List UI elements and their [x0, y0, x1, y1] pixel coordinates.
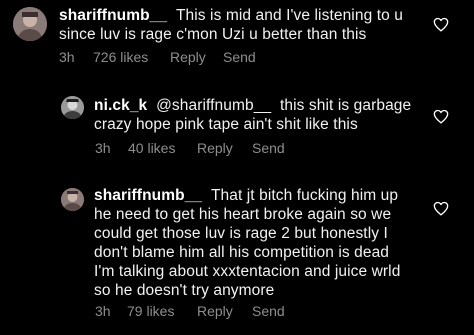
comment-time: 3h: [59, 49, 75, 65]
comment-line: so he doesn't try anymore: [94, 282, 275, 299]
comment-line: This is mid and I've listening to u: [175, 7, 403, 24]
comment-line: he need to get his heart broke again so …: [94, 206, 392, 223]
comment-line: I'm talking about xxxtentacion and juice…: [94, 263, 401, 280]
avatar-image: [61, 188, 84, 211]
comment-line: since luv is rage c'mon Uzi u better tha…: [59, 26, 367, 43]
comment-line: could get those luv is rage 2 but honest…: [94, 225, 388, 242]
comment-line: don't blame him all his competition is d…: [94, 244, 390, 261]
comments-screen: shariffnumb__ This is mid and I've liste…: [0, 0, 474, 335]
mention-link[interactable]: @shariffnumb__: [156, 97, 271, 114]
comment-line: crazy hope pink tape ain't shit like thi…: [94, 116, 358, 133]
reply-button[interactable]: Reply: [197, 140, 233, 156]
heart-outline-icon[interactable]: [433, 109, 449, 124]
send-button[interactable]: Send: [252, 140, 285, 156]
comment-time: 3h: [95, 303, 111, 319]
comment-username[interactable]: shariffnumb__: [94, 187, 202, 204]
avatar[interactable]: [61, 96, 84, 119]
comment-1: shariffnumb__ This is mid and I've liste…: [0, 0, 474, 80]
reply-button[interactable]: Reply: [197, 303, 233, 319]
avatar[interactable]: [13, 7, 47, 41]
comment-text: shariffnumb__ This is mid and I've liste…: [59, 6, 439, 44]
comment-2: ni.ck_k @shariffnumb__ this shit is garb…: [0, 88, 474, 158]
comment-username[interactable]: ni.ck_k: [94, 97, 147, 114]
likes-count[interactable]: 79 likes: [127, 303, 174, 319]
reply-button[interactable]: Reply: [170, 49, 206, 65]
send-button[interactable]: Send: [223, 49, 256, 65]
comment-time: 3h: [95, 140, 111, 156]
comment-line: That jt bitch fucking him up: [210, 187, 399, 204]
likes-count[interactable]: 40 likes: [128, 140, 175, 156]
send-button[interactable]: Send: [252, 303, 285, 319]
heart-outline-icon[interactable]: [433, 17, 449, 32]
avatar-image: [61, 96, 84, 119]
heart-outline-icon[interactable]: [433, 201, 449, 216]
avatar-image: [13, 7, 47, 41]
comment-username[interactable]: shariffnumb__: [59, 7, 167, 24]
comment-line: this shit is garbage: [280, 97, 412, 114]
comment-3: shariffnumb__ That jt bitch fucking him …: [0, 180, 474, 335]
comment-text: shariffnumb__ That jt bitch fucking him …: [94, 186, 434, 300]
comment-text: ni.ck_k @shariffnumb__ this shit is garb…: [94, 96, 434, 134]
likes-count[interactable]: 726 likes: [93, 49, 148, 65]
avatar[interactable]: [61, 188, 84, 211]
